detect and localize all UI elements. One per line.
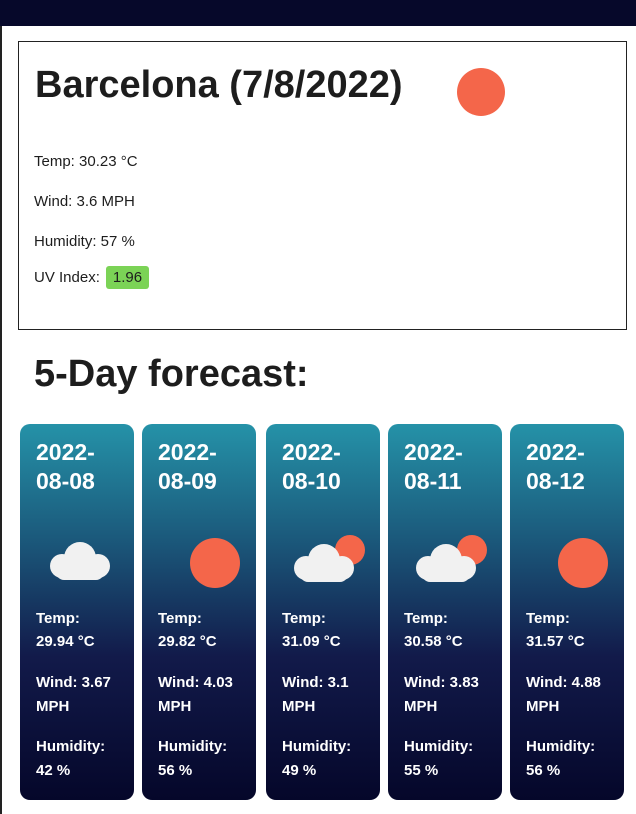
forecast-temp-label: Temp: (158, 610, 202, 627)
forecast-wind: Wind: 4.88 MPH (526, 674, 601, 715)
forecast-wind: Wind: 3.83 MPH (404, 674, 479, 715)
top-bar (0, 0, 636, 26)
forecast-humidity-label: Humidity: (158, 738, 228, 755)
forecast-humidity-label: Humidity: (526, 738, 596, 755)
forecast-humidity-label: Humidity: (36, 738, 106, 755)
forecast-humidity-label: Humidity: (404, 738, 474, 755)
forecast-list: 2022-08-08 Temp: 29.94 °C Wind: 3.67 MPH… (20, 424, 626, 800)
current-humidity: Humidity: 57 % (34, 233, 135, 250)
forecast-humidity-label: Humidity: (282, 738, 352, 755)
forecast-temp: 29.82 °C (158, 633, 217, 650)
current-weather-card: Barcelona (7/8/2022) Temp: 30.23 °C Wind… (18, 41, 627, 330)
city-date-title: Barcelona (7/8/2022) (35, 64, 403, 106)
forecast-temp-label: Temp: (282, 610, 326, 627)
forecast-date: 2022-08-10 (282, 439, 341, 494)
forecast-heading: 5-Day forecast: (34, 353, 309, 395)
uv-index-row: UV Index: 1.96 (34, 266, 150, 289)
forecast-humidity: 49 % (282, 762, 317, 779)
current-temp: Temp: 30.23 °C (34, 153, 138, 170)
forecast-humidity: 55 % (404, 762, 439, 779)
forecast-card-day-5: 2022-08-12 Temp: 31.57 °C Wind: 4.88 MPH… (510, 424, 624, 800)
forecast-wind: Wind: 4.03 MPH (158, 674, 233, 715)
sun-icon (558, 538, 608, 588)
forecast-temp: 31.09 °C (282, 633, 341, 650)
forecast-date: 2022-08-09 (158, 439, 217, 494)
sun-icon (190, 538, 240, 588)
forecast-date: 2022-08-11 (404, 439, 463, 494)
forecast-humidity: 56 % (158, 762, 193, 779)
forecast-date: 2022-08-12 (526, 439, 585, 494)
partly-cloudy-icon (416, 535, 487, 582)
forecast-wind: Wind: 3.1 MPH (282, 674, 349, 715)
forecast-temp-label: Temp: (404, 610, 448, 627)
current-wind: Wind: 3.6 MPH (34, 193, 135, 210)
forecast-temp: 31.57 °C (526, 633, 585, 650)
cloud-icon (50, 542, 110, 580)
forecast-temp: 30.58 °C (404, 633, 463, 650)
forecast-humidity: 42 % (36, 762, 71, 779)
forecast-card-day-3: 2022-08-10 Temp: 31.09 °C Wind: 3.1 MPH … (266, 424, 380, 800)
uv-index-label: UV Index: (34, 269, 100, 286)
sun-icon (457, 68, 505, 116)
forecast-card-day-2: 2022-08-09 Temp: 29.82 °C Wind: 4.03 MPH… (142, 424, 256, 800)
forecast-date: 2022-08-08 (36, 439, 95, 494)
partly-cloudy-icon (294, 535, 365, 582)
forecast-temp: 29.94 °C (36, 633, 95, 650)
forecast-temp-label: Temp: (526, 610, 570, 627)
uv-index-badge: 1.96 (105, 266, 150, 289)
forecast-card-day-4: 2022-08-11 Temp: 30.58 °C Wind: 3.83 MPH… (388, 424, 502, 800)
forecast-card-day-1: 2022-08-08 Temp: 29.94 °C Wind: 3.67 MPH… (20, 424, 134, 800)
forecast-wind: Wind: 3.67 MPH (36, 674, 111, 715)
forecast-humidity: 56 % (526, 762, 561, 779)
forecast-temp-label: Temp: (36, 610, 80, 627)
weather-page: Barcelona (7/8/2022) Temp: 30.23 °C Wind… (0, 26, 634, 814)
